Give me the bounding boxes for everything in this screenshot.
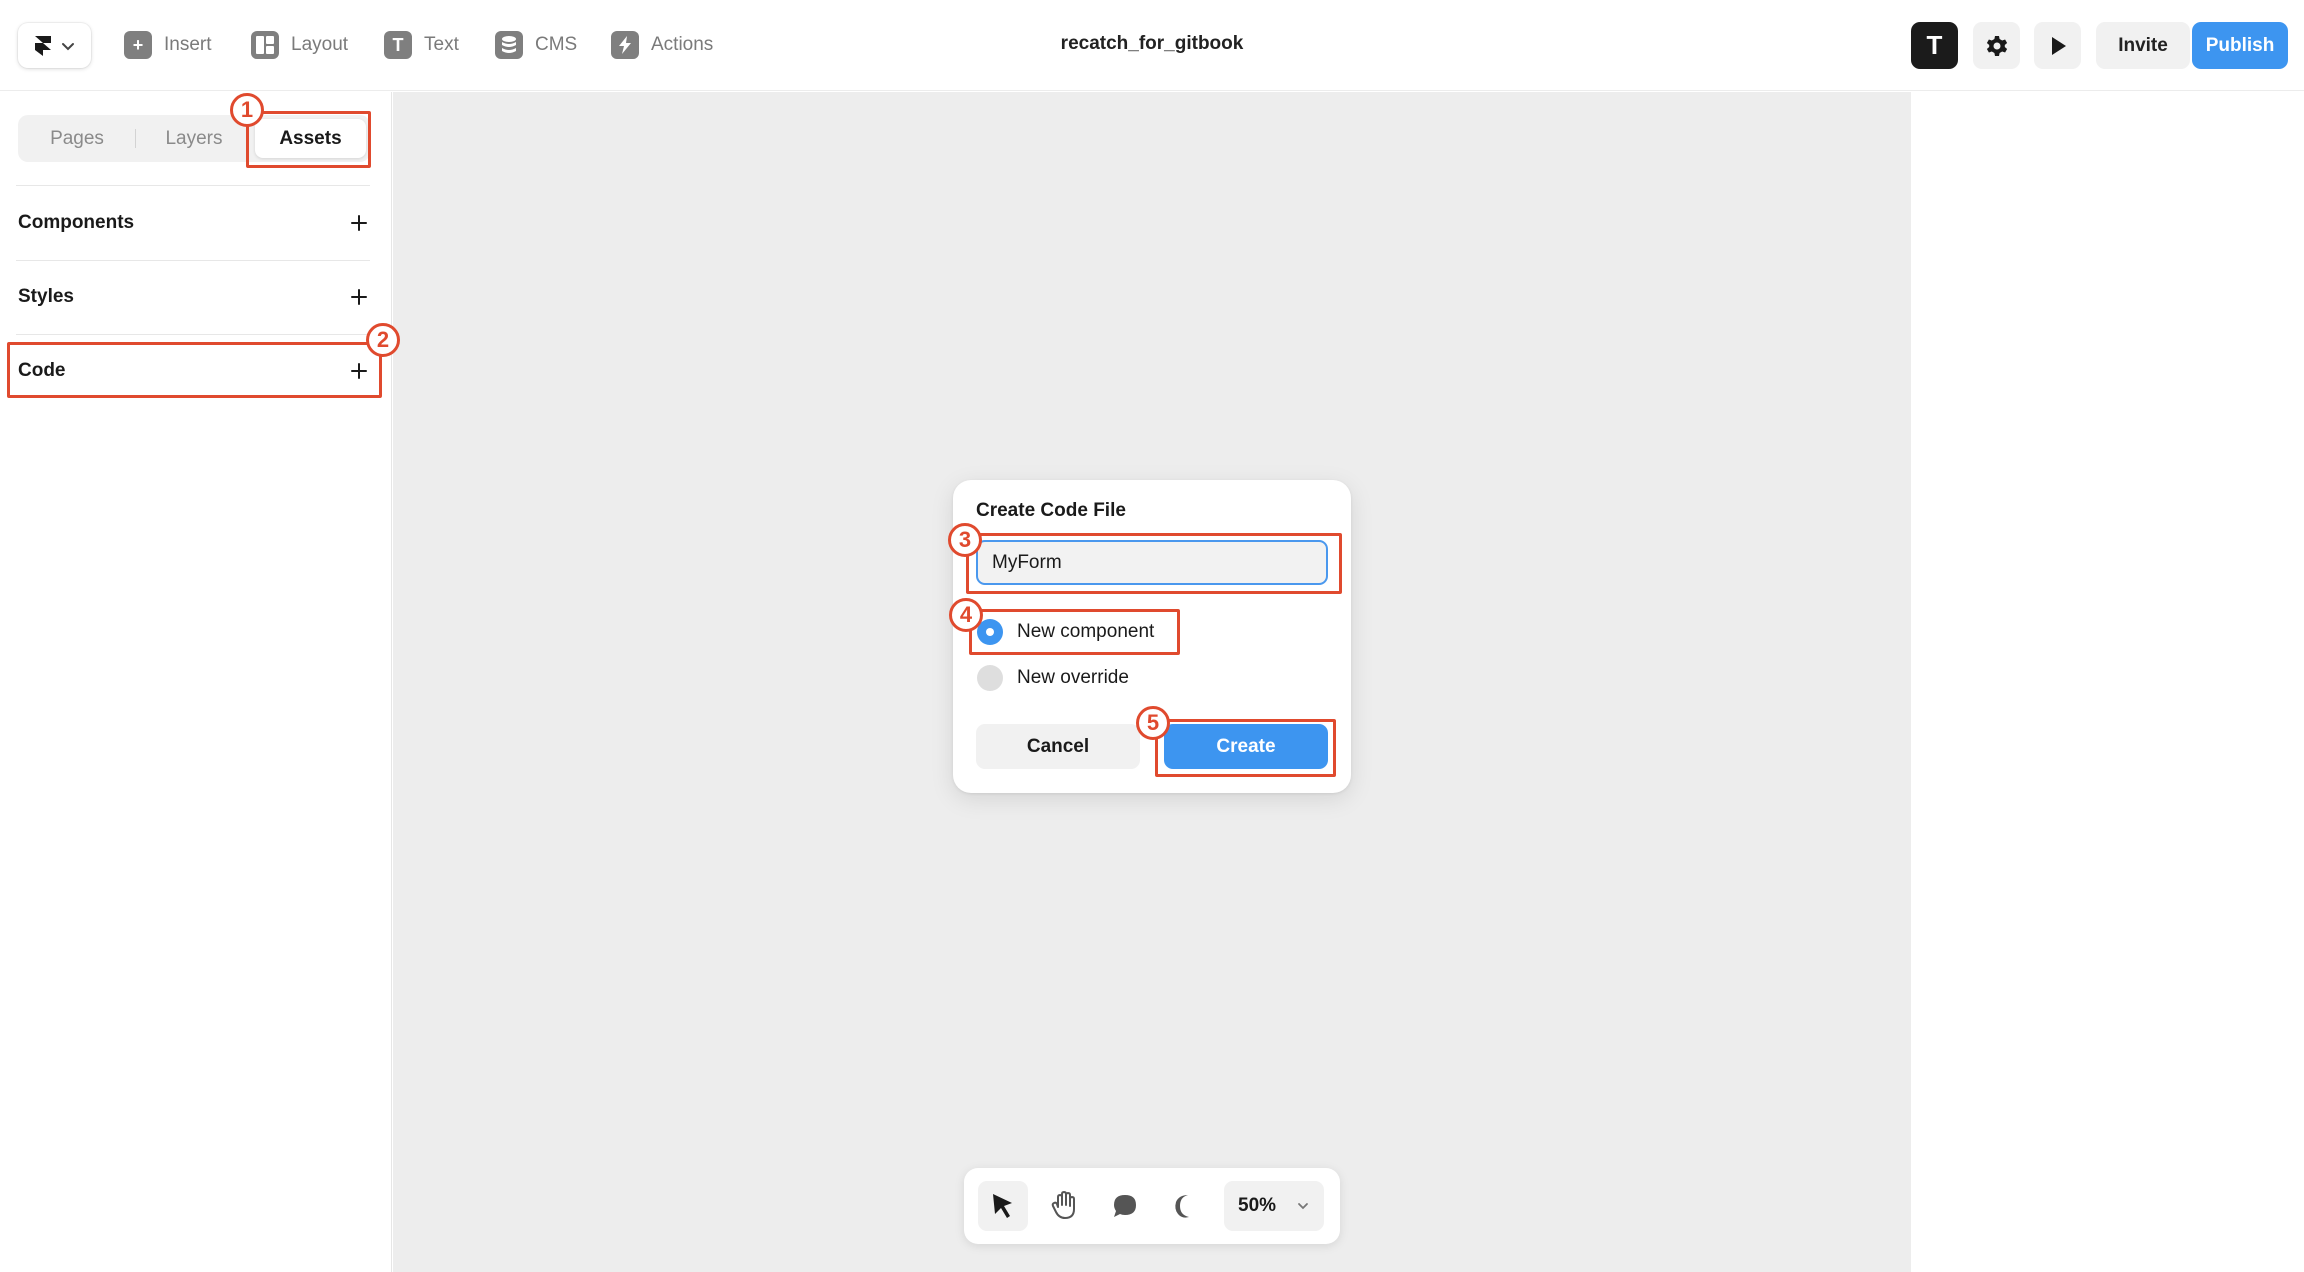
comment-icon [1114,1195,1136,1217]
hand-tool-button[interactable] [1039,1181,1089,1231]
layout-icon [251,31,279,59]
tab-pages[interactable]: Pages [18,115,136,162]
panel-divider [16,260,370,261]
settings-button[interactable] [1973,22,2020,69]
new-override-label: New override [1017,667,1129,688]
play-icon [2051,36,2066,55]
annotation-step-4: 4 [949,598,983,632]
toolbar-actions-button[interactable]: Actions [611,29,713,61]
toolbar-actions-label: Actions [651,34,714,55]
project-name[interactable]: recatch_for_gitbook [1020,33,1284,55]
toolbar-insert-label: Insert [164,34,212,55]
chevron-down-icon [1298,1203,1308,1210]
left-panel: Pages Layers Assets Components Styles Co… [0,92,392,1272]
components-section-header[interactable]: Components [18,203,370,243]
invite-button[interactable]: Invite [2096,22,2190,69]
styles-section-header[interactable]: Styles [18,277,370,317]
properties-panel [1911,92,2304,1272]
new-override-radio[interactable] [977,665,1003,691]
chevron-down-icon [61,42,74,50]
annotation-box-name-input [966,533,1342,594]
toolbar-layout-button[interactable]: Layout [251,29,348,61]
panel-divider [16,334,370,335]
annotation-step-2: 2 [366,323,400,357]
toolbar-insert-button[interactable]: + Insert [124,29,212,61]
preview-button[interactable] [2034,22,2081,69]
annotation-box-new-component [969,609,1180,655]
styles-label: Styles [18,286,74,307]
publish-button[interactable]: Publish [2192,22,2288,69]
select-tool-button[interactable] [978,1181,1028,1231]
toolbar-cms-label: CMS [535,34,578,55]
lightning-icon [611,31,639,59]
zoom-level-select[interactable]: 50% [1224,1181,1324,1231]
plus-square-icon: + [124,31,152,59]
dark-mode-moon-icon [1175,1195,1189,1218]
components-label: Components [18,212,135,233]
dark-mode-toggle[interactable] [1161,1181,1211,1231]
panel-divider [16,185,370,186]
select-cursor-icon [993,1194,1012,1218]
annotation-box-code-section [7,342,382,398]
zoom-level-value: 50% [1238,1195,1277,1216]
cancel-button[interactable]: Cancel [976,724,1140,769]
framer-logo-icon [34,35,51,56]
toolbar-text-button[interactable]: T Text [384,29,459,61]
annotation-box-create-button [1155,719,1336,777]
toolbar-cms-button[interactable]: CMS [495,29,577,61]
toolbar-text-label: Text [424,34,459,55]
canvas-bottom-toolbar: 50% [964,1168,1340,1244]
annotation-step-1: 1 [230,93,264,127]
annotation-box-assets-tab [246,111,371,168]
annotation-step-5: 5 [1136,706,1170,740]
text-icon: T [384,31,412,59]
new-override-option[interactable]: New override [977,663,1129,693]
add-component-plus-icon[interactable] [348,212,370,234]
database-icon [495,31,523,59]
framer-menu-button[interactable] [18,23,91,68]
top-toolbar: + Insert Layout T Text CMS Actions recat… [0,0,2304,91]
add-style-plus-icon[interactable] [348,286,370,308]
dialog-title: Create Code File [976,500,1126,521]
gear-icon [1986,35,2007,56]
hand-icon [1051,1191,1075,1219]
toolbar-layout-label: Layout [291,34,349,55]
user-avatar-button[interactable]: T [1911,22,1958,69]
comment-tool-button[interactable] [1100,1181,1150,1231]
annotation-step-3: 3 [948,523,982,557]
avatar-letter: T [1926,30,1943,60]
